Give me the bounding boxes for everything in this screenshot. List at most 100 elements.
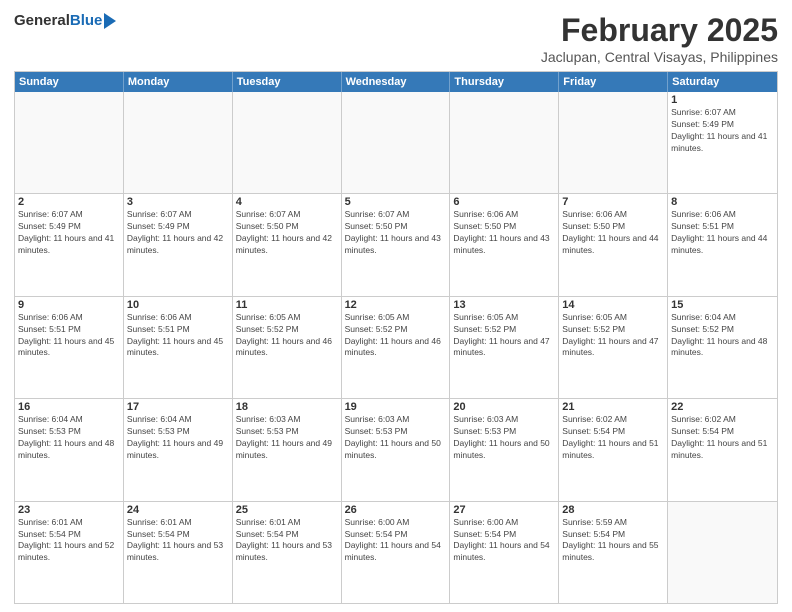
cell-info: Sunrise: 6:07 AM Sunset: 5:49 PM Dayligh… bbox=[127, 209, 229, 257]
day-number: 10 bbox=[127, 299, 229, 311]
cell-info: Sunrise: 6:04 AM Sunset: 5:53 PM Dayligh… bbox=[18, 414, 120, 462]
cell-info: Sunrise: 6:06 AM Sunset: 5:51 PM Dayligh… bbox=[127, 312, 229, 360]
cell-info: Sunrise: 6:03 AM Sunset: 5:53 PM Dayligh… bbox=[453, 414, 555, 462]
cell-info: Sunrise: 6:06 AM Sunset: 5:50 PM Dayligh… bbox=[453, 209, 555, 257]
cell-info: Sunrise: 6:00 AM Sunset: 5:54 PM Dayligh… bbox=[345, 517, 447, 565]
cell-info: Sunrise: 6:05 AM Sunset: 5:52 PM Dayligh… bbox=[453, 312, 555, 360]
calendar-cell: 25Sunrise: 6:01 AM Sunset: 5:54 PM Dayli… bbox=[233, 502, 342, 603]
cell-info: Sunrise: 6:07 AM Sunset: 5:50 PM Dayligh… bbox=[236, 209, 338, 257]
calendar-cell bbox=[668, 502, 777, 603]
header-day-tuesday: Tuesday bbox=[233, 72, 342, 92]
day-number: 6 bbox=[453, 196, 555, 208]
calendar-row-2: 9Sunrise: 6:06 AM Sunset: 5:51 PM Daylig… bbox=[15, 297, 777, 399]
calendar-cell: 21Sunrise: 6:02 AM Sunset: 5:54 PM Dayli… bbox=[559, 399, 668, 500]
day-number: 3 bbox=[127, 196, 229, 208]
title-block: February 2025 Jaclupan, Central Visayas,… bbox=[541, 12, 778, 65]
location: Jaclupan, Central Visayas, Philippines bbox=[541, 49, 778, 65]
day-number: 14 bbox=[562, 299, 664, 311]
header-day-monday: Monday bbox=[124, 72, 233, 92]
calendar-cell bbox=[124, 92, 233, 193]
page: General Blue February 2025 Jaclupan, Cen… bbox=[0, 0, 792, 612]
calendar-cell: 19Sunrise: 6:03 AM Sunset: 5:53 PM Dayli… bbox=[342, 399, 451, 500]
cell-info: Sunrise: 6:05 AM Sunset: 5:52 PM Dayligh… bbox=[562, 312, 664, 360]
day-number: 20 bbox=[453, 401, 555, 413]
calendar-header: SundayMondayTuesdayWednesdayThursdayFrid… bbox=[15, 72, 777, 92]
calendar-cell: 17Sunrise: 6:04 AM Sunset: 5:53 PM Dayli… bbox=[124, 399, 233, 500]
calendar-cell: 10Sunrise: 6:06 AM Sunset: 5:51 PM Dayli… bbox=[124, 297, 233, 398]
calendar-cell: 5Sunrise: 6:07 AM Sunset: 5:50 PM Daylig… bbox=[342, 194, 451, 295]
calendar-cell: 1Sunrise: 6:07 AM Sunset: 5:49 PM Daylig… bbox=[668, 92, 777, 193]
cell-info: Sunrise: 6:07 AM Sunset: 5:49 PM Dayligh… bbox=[671, 107, 774, 155]
calendar-cell: 12Sunrise: 6:05 AM Sunset: 5:52 PM Dayli… bbox=[342, 297, 451, 398]
cell-info: Sunrise: 6:01 AM Sunset: 5:54 PM Dayligh… bbox=[18, 517, 120, 565]
day-number: 8 bbox=[671, 196, 774, 208]
day-number: 28 bbox=[562, 504, 664, 516]
day-number: 13 bbox=[453, 299, 555, 311]
day-number: 22 bbox=[671, 401, 774, 413]
cell-info: Sunrise: 6:05 AM Sunset: 5:52 PM Dayligh… bbox=[345, 312, 447, 360]
header-day-wednesday: Wednesday bbox=[342, 72, 451, 92]
calendar-cell: 11Sunrise: 6:05 AM Sunset: 5:52 PM Dayli… bbox=[233, 297, 342, 398]
calendar-cell: 6Sunrise: 6:06 AM Sunset: 5:50 PM Daylig… bbox=[450, 194, 559, 295]
calendar-cell: 8Sunrise: 6:06 AM Sunset: 5:51 PM Daylig… bbox=[668, 194, 777, 295]
cell-info: Sunrise: 6:03 AM Sunset: 5:53 PM Dayligh… bbox=[236, 414, 338, 462]
logo: General Blue bbox=[14, 12, 116, 29]
header-day-thursday: Thursday bbox=[450, 72, 559, 92]
day-number: 18 bbox=[236, 401, 338, 413]
day-number: 17 bbox=[127, 401, 229, 413]
cell-info: Sunrise: 6:06 AM Sunset: 5:51 PM Dayligh… bbox=[18, 312, 120, 360]
calendar-cell bbox=[342, 92, 451, 193]
day-number: 27 bbox=[453, 504, 555, 516]
cell-info: Sunrise: 6:00 AM Sunset: 5:54 PM Dayligh… bbox=[453, 517, 555, 565]
cell-info: Sunrise: 6:02 AM Sunset: 5:54 PM Dayligh… bbox=[671, 414, 774, 462]
day-number: 19 bbox=[345, 401, 447, 413]
calendar-cell: 26Sunrise: 6:00 AM Sunset: 5:54 PM Dayli… bbox=[342, 502, 451, 603]
cell-info: Sunrise: 6:07 AM Sunset: 5:50 PM Dayligh… bbox=[345, 209, 447, 257]
calendar-cell: 9Sunrise: 6:06 AM Sunset: 5:51 PM Daylig… bbox=[15, 297, 124, 398]
cell-info: Sunrise: 6:04 AM Sunset: 5:53 PM Dayligh… bbox=[127, 414, 229, 462]
day-number: 2 bbox=[18, 196, 120, 208]
day-number: 25 bbox=[236, 504, 338, 516]
day-number: 9 bbox=[18, 299, 120, 311]
day-number: 5 bbox=[345, 196, 447, 208]
day-number: 23 bbox=[18, 504, 120, 516]
cell-info: Sunrise: 6:01 AM Sunset: 5:54 PM Dayligh… bbox=[236, 517, 338, 565]
calendar-cell bbox=[559, 92, 668, 193]
cell-info: Sunrise: 6:04 AM Sunset: 5:52 PM Dayligh… bbox=[671, 312, 774, 360]
day-number: 7 bbox=[562, 196, 664, 208]
cell-info: Sunrise: 6:06 AM Sunset: 5:50 PM Dayligh… bbox=[562, 209, 664, 257]
calendar-cell bbox=[450, 92, 559, 193]
day-number: 16 bbox=[18, 401, 120, 413]
calendar-body: 1Sunrise: 6:07 AM Sunset: 5:49 PM Daylig… bbox=[15, 92, 777, 603]
calendar-cell: 27Sunrise: 6:00 AM Sunset: 5:54 PM Dayli… bbox=[450, 502, 559, 603]
calendar-cell: 7Sunrise: 6:06 AM Sunset: 5:50 PM Daylig… bbox=[559, 194, 668, 295]
day-number: 26 bbox=[345, 504, 447, 516]
calendar-cell bbox=[233, 92, 342, 193]
calendar-cell: 23Sunrise: 6:01 AM Sunset: 5:54 PM Dayli… bbox=[15, 502, 124, 603]
logo-general: General bbox=[14, 12, 70, 29]
header-day-friday: Friday bbox=[559, 72, 668, 92]
calendar-cell: 18Sunrise: 6:03 AM Sunset: 5:53 PM Dayli… bbox=[233, 399, 342, 500]
cell-info: Sunrise: 5:59 AM Sunset: 5:54 PM Dayligh… bbox=[562, 517, 664, 565]
day-number: 21 bbox=[562, 401, 664, 413]
calendar-cell bbox=[15, 92, 124, 193]
month-title: February 2025 bbox=[541, 12, 778, 49]
header-day-sunday: Sunday bbox=[15, 72, 124, 92]
calendar-cell: 2Sunrise: 6:07 AM Sunset: 5:49 PM Daylig… bbox=[15, 194, 124, 295]
calendar-cell: 28Sunrise: 5:59 AM Sunset: 5:54 PM Dayli… bbox=[559, 502, 668, 603]
calendar-cell: 16Sunrise: 6:04 AM Sunset: 5:53 PM Dayli… bbox=[15, 399, 124, 500]
calendar-cell: 3Sunrise: 6:07 AM Sunset: 5:49 PM Daylig… bbox=[124, 194, 233, 295]
calendar-row-4: 23Sunrise: 6:01 AM Sunset: 5:54 PM Dayli… bbox=[15, 502, 777, 603]
cell-info: Sunrise: 6:06 AM Sunset: 5:51 PM Dayligh… bbox=[671, 209, 774, 257]
calendar-cell: 24Sunrise: 6:01 AM Sunset: 5:54 PM Dayli… bbox=[124, 502, 233, 603]
cell-info: Sunrise: 6:03 AM Sunset: 5:53 PM Dayligh… bbox=[345, 414, 447, 462]
cell-info: Sunrise: 6:05 AM Sunset: 5:52 PM Dayligh… bbox=[236, 312, 338, 360]
day-number: 12 bbox=[345, 299, 447, 311]
logo-arrow-icon bbox=[104, 13, 116, 29]
calendar-row-3: 16Sunrise: 6:04 AM Sunset: 5:53 PM Dayli… bbox=[15, 399, 777, 501]
calendar-cell: 22Sunrise: 6:02 AM Sunset: 5:54 PM Dayli… bbox=[668, 399, 777, 500]
cell-info: Sunrise: 6:01 AM Sunset: 5:54 PM Dayligh… bbox=[127, 517, 229, 565]
calendar-row-0: 1Sunrise: 6:07 AM Sunset: 5:49 PM Daylig… bbox=[15, 92, 777, 194]
header: General Blue February 2025 Jaclupan, Cen… bbox=[14, 12, 778, 65]
day-number: 11 bbox=[236, 299, 338, 311]
